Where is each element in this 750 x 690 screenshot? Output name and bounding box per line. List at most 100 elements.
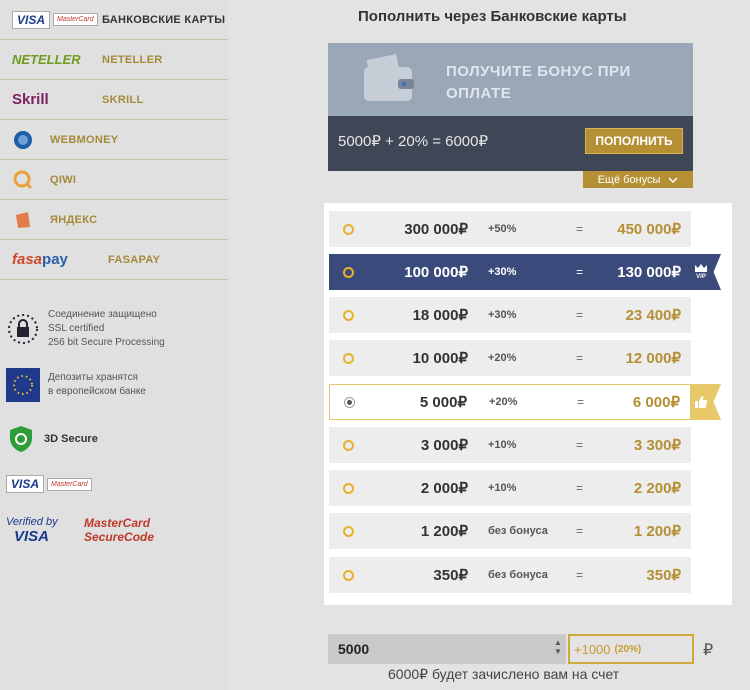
- more-bonuses-dropdown[interactable]: Ещё бонусы: [583, 171, 693, 188]
- method-yandex[interactable]: ЯНДЕКС: [0, 200, 228, 240]
- recommended-badge: [691, 384, 721, 420]
- option-total: 130 000₽: [617, 264, 681, 281]
- radio-button[interactable]: [343, 266, 354, 278]
- deposit-option-vip[interactable]: 100 000₽ +30% = 130 000₽: [329, 254, 691, 290]
- option-total: 3 300₽: [633, 437, 681, 454]
- method-fasapay[interactable]: fasa pay FASAPAY: [0, 240, 228, 280]
- 3d-secure-label: 3D Secure: [44, 433, 98, 445]
- deposit-options-list: 300 000₽ +50% = 450 000₽ 100 000₽ +30% =…: [324, 203, 732, 605]
- option-amount: 1 200₽: [420, 523, 468, 540]
- neteller-logo: NETELLER: [12, 52, 81, 67]
- method-skrill[interactable]: Skrill SKRILL: [0, 80, 228, 120]
- radio-button[interactable]: [343, 569, 354, 581]
- radio-button[interactable]: [343, 309, 354, 321]
- deposit-option[interactable]: 10 000₽ +20% = 12 000₽: [329, 340, 691, 376]
- deposit-option[interactable]: 350₽ без бонуса = 350₽: [329, 557, 691, 593]
- eu-deposit-block: Депозиты хранятся в европейском банке: [6, 368, 146, 402]
- wallet-icon: [364, 54, 414, 101]
- main-content: Пополнить через Банковские карты ПОЛУЧИТ…: [228, 0, 750, 690]
- option-bonus: +20%: [488, 352, 517, 364]
- option-total: 12 000₽: [625, 350, 681, 367]
- mastercard-securecode-logo: MasterCard SecureCode: [84, 516, 155, 544]
- method-label: QIWI: [50, 173, 77, 186]
- method-label: FASAPAY: [108, 253, 161, 266]
- option-amount: 5 000₽: [419, 394, 467, 411]
- option-amount: 10 000₽: [412, 350, 468, 367]
- credit-note: 6000₽ будет зачислено вам на счет: [388, 666, 620, 682]
- lock-icon: [8, 314, 38, 344]
- option-bonus: +50%: [488, 223, 517, 235]
- option-equals: =: [576, 222, 584, 236]
- deposit-option[interactable]: 3 000₽ +10% = 3 300₽: [329, 427, 691, 463]
- option-equals: =: [576, 568, 584, 582]
- ssl-line-2: SSL certified: [48, 323, 105, 334]
- amount-stepper[interactable]: ▲ ▼: [554, 638, 562, 656]
- option-bonus: +10%: [488, 482, 517, 494]
- method-label: WEBMONEY: [50, 133, 119, 146]
- method-qiwi[interactable]: QIWI: [0, 160, 228, 200]
- crown-icon: [695, 264, 707, 272]
- option-bonus: без бонуса: [488, 525, 548, 537]
- method-neteller[interactable]: NETELLER NETELLER: [0, 40, 228, 80]
- method-label: БАНКОВСКИЕ КАРТЫ: [102, 13, 226, 26]
- method-label: NETELLER: [102, 53, 163, 66]
- thumbs-up-icon: [695, 396, 707, 408]
- bonus-amount-field: +1000 (20%): [568, 634, 694, 664]
- option-amount: 2 000₽: [420, 480, 468, 497]
- radio-button[interactable]: [343, 352, 354, 364]
- radio-button[interactable]: [343, 223, 354, 235]
- radio-button[interactable]: [343, 525, 354, 537]
- option-equals: =: [577, 395, 585, 409]
- radio-button[interactable]: [343, 482, 354, 494]
- deposit-option[interactable]: 2 000₽ +10% = 2 200₽: [329, 470, 691, 506]
- yandex-icon: [12, 209, 50, 231]
- visa-mastercard-logo: VISA MasterCard: [12, 10, 102, 29]
- option-total: 6 000₽: [632, 394, 680, 411]
- bonus-percent: (20%): [614, 643, 642, 655]
- 3d-secure-block: 3D Secure: [6, 424, 98, 454]
- deposit-option[interactable]: 18 000₽ +30% = 23 400₽: [329, 297, 691, 333]
- deposit-option-selected[interactable]: 5 000₽ +20% = 6 000₽: [329, 384, 691, 420]
- ssl-secure-block: Соединение защищено SSL certified 256 bi…: [6, 308, 165, 350]
- visa-mc-small-logo: VISA MasterCard: [6, 475, 92, 493]
- webmoney-icon: [12, 129, 50, 151]
- option-bonus: +30%: [488, 266, 517, 278]
- deposit-option[interactable]: 300 000₽ +50% = 450 000₽: [329, 211, 691, 247]
- deposit-amount-input[interactable]: [328, 634, 566, 664]
- eu-flag-icon: [6, 368, 40, 402]
- qiwi-icon: [12, 169, 50, 191]
- option-amount: 350₽: [433, 567, 468, 584]
- option-amount: 18 000₽: [412, 307, 468, 324]
- option-total: 450 000₽: [617, 221, 681, 238]
- option-equals: =: [576, 481, 584, 495]
- banner-headline-2: ОПЛАТЕ: [446, 85, 512, 102]
- bonus-amount: +1000: [574, 641, 611, 657]
- radio-button[interactable]: [343, 439, 354, 451]
- deposit-option[interactable]: 1 200₽ без бонуса = 1 200₽: [329, 513, 691, 549]
- skrill-logo: Skrill: [12, 91, 49, 108]
- option-amount: 100 000₽: [404, 264, 468, 281]
- payment-methods-sidebar: VISA MasterCard БАНКОВСКИЕ КАРТЫ NETELLE…: [0, 0, 228, 690]
- option-total: 2 200₽: [633, 480, 681, 497]
- radio-button-selected[interactable]: [344, 396, 355, 408]
- more-bonuses-label: Ещё бонусы: [597, 173, 661, 186]
- vip-label: VIP: [696, 274, 706, 280]
- option-total: 1 200₽: [633, 523, 681, 540]
- option-bonus: +10%: [488, 439, 517, 451]
- bonus-banner: ПОЛУЧИТЕ БОНУС ПРИ ОПЛАТЕ 5000₽ + 20% = …: [328, 43, 693, 171]
- deposit-line-1: Депозиты хранятся: [48, 372, 138, 383]
- option-bonus: +30%: [488, 309, 517, 321]
- method-bank-cards[interactable]: VISA MasterCard БАНКОВСКИЕ КАРТЫ: [0, 0, 228, 40]
- method-webmoney[interactable]: WEBMONEY: [0, 120, 228, 160]
- option-total: 350₽: [646, 567, 681, 584]
- option-equals: =: [576, 524, 584, 538]
- banner-headline-1: ПОЛУЧИТЕ БОНУС ПРИ: [446, 63, 631, 80]
- banner-formula: 5000₽ + 20% = 6000₽: [338, 133, 489, 150]
- page-title: Пополнить через Банковские карты: [358, 8, 627, 25]
- option-bonus: +20%: [489, 396, 518, 408]
- option-equals: =: [576, 351, 584, 365]
- chevron-down-icon: [668, 176, 678, 183]
- topup-button[interactable]: ПОПОЛНИТЬ: [585, 128, 683, 154]
- deposit-line-2: в европейском банке: [48, 386, 146, 397]
- option-amount: 300 000₽: [404, 221, 468, 238]
